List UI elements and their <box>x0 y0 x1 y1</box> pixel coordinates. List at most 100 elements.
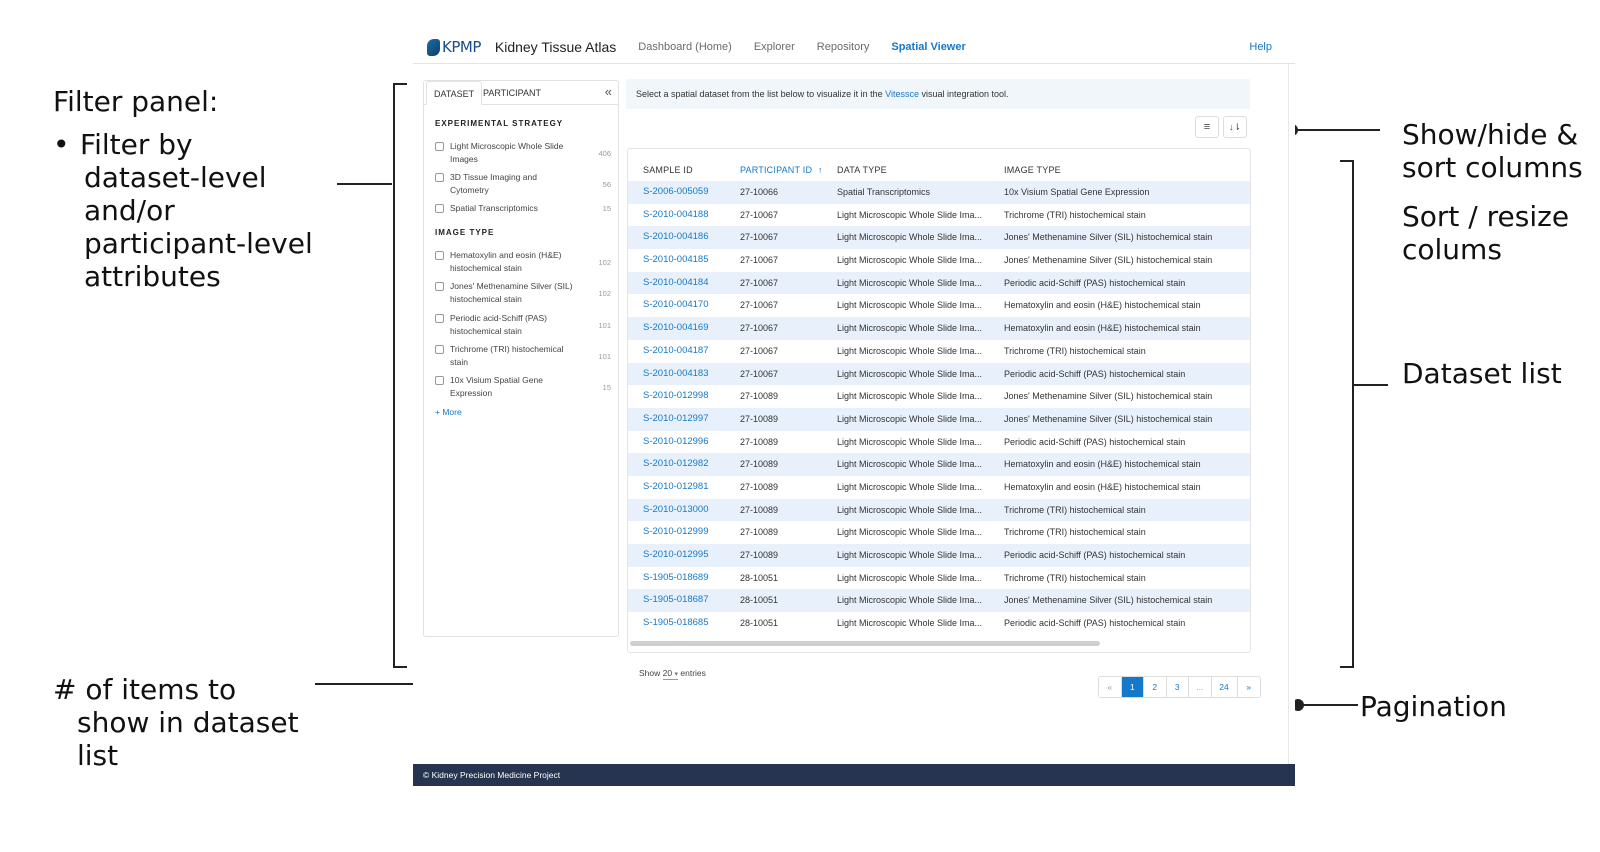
filter-tabs: DATASET PARTICIPANT « <box>424 81 618 105</box>
image-type-cell: Periodic acid-Schiff (PAS) histochemical… <box>1004 550 1186 560</box>
table-row[interactable]: S-2010-012995 27-10089 Light Microscopic W… <box>628 544 1250 567</box>
data-type-cell: Light Microscopic Whole Slide Ima... <box>837 550 983 560</box>
page-next-button[interactable]: » <box>1237 677 1260 697</box>
table-row[interactable]: S-2010-012997 27-10089 Light Microscopic W… <box>628 407 1250 431</box>
table-row[interactable]: S-2010-004184 27-10067 Light Microscopic W… <box>628 271 1250 295</box>
data-type-cell: Light Microscopic Whole Slide Ima... <box>837 618 983 629</box>
participant-id-cell: 27-10067 <box>740 209 779 220</box>
sample-id-link[interactable]: S-1905-018685 <box>643 612 733 635</box>
page-number-1[interactable]: 1 <box>1121 677 1144 697</box>
annotation-bracket <box>393 83 407 668</box>
filter-checkbox[interactable] <box>435 173 444 182</box>
filter-option[interactable]: Light Microscopic Whole Slide Images 406 <box>435 141 611 166</box>
sample-id-link[interactable]: S-2010-004183 <box>643 363 733 386</box>
table-row[interactable]: S-2010-004185 27-10067 Light Microscopic W… <box>628 249 1250 272</box>
filter-checkbox[interactable] <box>435 204 444 213</box>
table-row[interactable]: S-2010-004169 27-10067 Light Microscopic W… <box>628 317 1250 340</box>
page-size-selector[interactable]: Show 20 ▾ entries <box>639 668 706 680</box>
column-header-data-type[interactable]: DATA TYPE <box>837 165 887 175</box>
sample-id-link[interactable]: S-2010-004186 <box>643 226 733 249</box>
tab-dataset[interactable]: DATASET <box>426 81 483 105</box>
show-hide-columns-button[interactable]: ≡ <box>1195 116 1219 138</box>
sort-columns-button[interactable]: ↓⇂ <box>1223 116 1247 138</box>
table-row[interactable]: S-1905-018685 28-10051 Light Microscopic W… <box>628 612 1250 635</box>
filter-option[interactable]: Hematoxylin and eosin (H&E) histochemica… <box>435 250 611 275</box>
sample-id-link[interactable]: S-2010-012997 <box>643 408 733 431</box>
sample-id-link[interactable]: S-2010-013000 <box>643 499 733 522</box>
participant-id-cell: 28-10051 <box>740 572 779 583</box>
tab-participant[interactable]: PARTICIPANT <box>476 81 548 105</box>
data-type-cell: Light Microscopic Whole Slide Ima... <box>837 209 983 220</box>
filter-checkbox[interactable] <box>435 282 444 291</box>
sample-id-link[interactable]: S-2010-004169 <box>643 317 733 340</box>
table-row[interactable]: S-2010-012981 27-10089 Light Microscopic W… <box>628 476 1250 499</box>
nav-spatial-viewer[interactable]: Spatial Viewer <box>891 41 965 53</box>
vitessce-link[interactable]: Vitessce <box>885 89 919 99</box>
image-type-cell: Jones' Methenamine Silver (SIL) histoche… <box>1004 413 1213 424</box>
sample-id-link[interactable]: S-2010-012999 <box>643 521 733 544</box>
sample-id-link[interactable]: S-2010-004184 <box>643 272 733 295</box>
filter-checkbox[interactable] <box>435 251 444 260</box>
collapse-panel-icon[interactable]: « <box>605 84 612 99</box>
annotation-filter-panel: Filter panel: • Filter by dataset-level … <box>53 85 313 293</box>
sample-id-link[interactable]: S-2010-012998 <box>643 385 733 408</box>
sample-id-link[interactable]: S-2010-004170 <box>643 294 733 317</box>
table-row[interactable]: S-2010-004186 27-10067 Light Microscopic W… <box>628 226 1250 250</box>
nav-help[interactable]: Help <box>1249 41 1272 53</box>
table-row[interactable]: S-2010-004188 27-10067 Light Microscopic W… <box>628 204 1250 227</box>
table-row[interactable]: S-2010-012996 27-10089 Light Microscopic W… <box>628 431 1250 454</box>
table-row[interactable]: S-2010-004170 27-10067 Light Microscopic W… <box>628 294 1250 317</box>
data-type-cell: Light Microscopic Whole Slide Ima... <box>837 527 983 538</box>
sample-id-link[interactable]: S-2010-012995 <box>643 544 733 567</box>
sample-id-link[interactable]: S-2010-004187 <box>643 340 733 363</box>
sample-id-link[interactable]: S-2006-005059 <box>643 181 733 204</box>
sample-id-link[interactable]: S-2010-012981 <box>643 476 733 499</box>
filter-option[interactable]: Trichrome (TRI) histochemical stain 101 <box>435 344 611 369</box>
sample-id-link[interactable]: S-2010-004188 <box>643 204 733 227</box>
sample-id-link[interactable]: S-1905-018687 <box>643 589 733 612</box>
nav-explorer[interactable]: Explorer <box>754 41 795 53</box>
sample-id-link[interactable]: S-1905-018689 <box>643 567 733 590</box>
info-text-before: Select a spatial dataset from the list b… <box>636 89 886 99</box>
table-row[interactable]: S-1905-018687 28-10051 Light Microscopic W… <box>628 589 1250 613</box>
sample-id-link[interactable]: S-2010-012982 <box>643 453 733 476</box>
annotation-sort-resize-line: Sort / resize <box>1402 200 1570 233</box>
column-header-image-type[interactable]: IMAGE TYPE <box>1004 165 1061 175</box>
participant-id-cell: 27-10089 <box>740 504 779 515</box>
filter-option[interactable]: Periodic acid-Schiff (PAS) histochemical… <box>435 313 611 338</box>
nav-repository[interactable]: Repository <box>817 41 870 53</box>
filter-option[interactable]: Spatial Transcriptomics 15 <box>435 203 611 215</box>
logo[interactable]: KPMP <box>427 38 481 56</box>
page-prev-button[interactable]: « <box>1099 677 1122 697</box>
filter-option[interactable]: 3D Tissue Imaging and Cytometry 56 <box>435 172 611 197</box>
page-number-2[interactable]: 2 <box>1144 677 1167 697</box>
table-row[interactable]: S-2010-012999 27-10089 Light Microscopic W… <box>628 521 1250 544</box>
page-number-24[interactable]: 24 <box>1211 677 1238 697</box>
filter-checkbox[interactable] <box>435 345 444 354</box>
page-number-3[interactable]: 3 <box>1166 677 1189 697</box>
filter-checkbox[interactable] <box>435 314 444 323</box>
filter-option-label: Trichrome (TRI) histochemical stain <box>450 344 564 367</box>
annotation-filter-line: participant-level <box>84 227 313 260</box>
horizontal-scrollbar[interactable] <box>630 641 1100 646</box>
sample-id-link[interactable]: S-2010-012996 <box>643 431 733 454</box>
nav-dashboard[interactable]: Dashboard (Home) <box>638 41 732 53</box>
page-size-value[interactable]: 20 ▾ <box>662 668 678 680</box>
image-type-cell: 10x Visium Spatial Gene Expression <box>1004 187 1150 197</box>
table-row[interactable]: S-1905-018689 28-10051 Light Microscopic W… <box>628 567 1250 590</box>
table-row[interactable]: S-2010-004183 27-10067 Light Microscopic W… <box>628 362 1250 386</box>
table-row[interactable]: S-2010-004187 27-10067 Light Microscopic W… <box>628 340 1250 363</box>
more-filters-link[interactable]: + More <box>435 407 462 417</box>
column-header-participant-id[interactable]: PARTICIPANT ID ↑ <box>740 165 823 175</box>
table-row[interactable]: S-2006-005059 27-10066 Spatial Transcripto… <box>628 181 1250 204</box>
table-row[interactable]: S-2010-012982 27-10089 Light Microscopic W… <box>628 453 1250 476</box>
filter-option[interactable]: 10x Visium Spatial Gene Expression 15 <box>435 375 611 400</box>
data-type-cell: Light Microscopic Whole Slide Ima... <box>837 572 983 583</box>
column-header-sample-id[interactable]: SAMPLE ID <box>643 165 693 175</box>
table-row[interactable]: S-2010-012998 27-10089 Light Microscopic W… <box>628 385 1250 408</box>
filter-option[interactable]: Jones' Methenamine Silver (SIL) histoche… <box>435 281 611 306</box>
sample-id-link[interactable]: S-2010-004185 <box>643 249 733 272</box>
filter-checkbox[interactable] <box>435 376 444 385</box>
filter-checkbox[interactable] <box>435 142 444 151</box>
table-row[interactable]: S-2010-013000 27-10089 Light Microscopic W… <box>628 498 1250 522</box>
